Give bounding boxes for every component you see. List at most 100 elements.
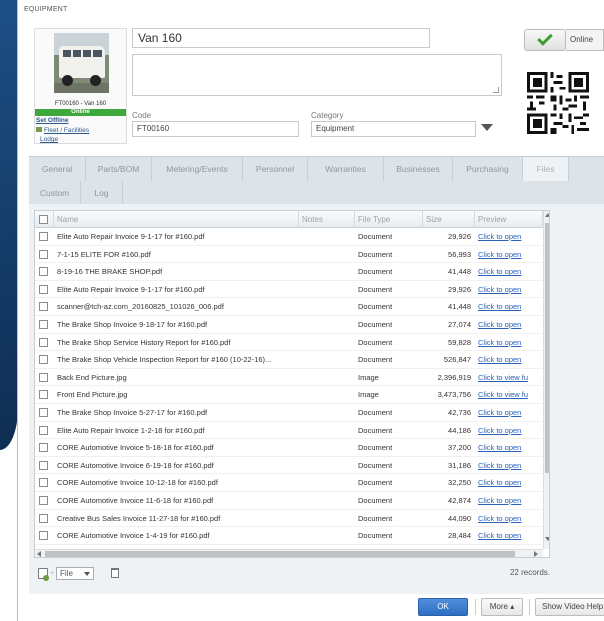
table-row[interactable]: CORE Automotive Invoice 5-18-18 for #160… (35, 439, 543, 457)
resize-grip[interactable] (493, 87, 499, 93)
table-row[interactable]: Creative Bus Sales Invoice 11-27-18 for … (35, 510, 543, 528)
fleet-facilities-link[interactable]: Fleet / Facilities (36, 127, 89, 134)
column-header-name[interactable]: Name (54, 211, 299, 228)
table-row[interactable]: Elite Auto Repair Invoice 1-2-18 for #16… (35, 422, 543, 440)
row-checkbox[interactable] (39, 496, 48, 505)
ok-button[interactable]: OK (418, 598, 468, 616)
tab-purchasing[interactable]: Purchasing (453, 157, 523, 181)
table-row[interactable]: CORE Automotive Invoice 11-6-18 for #160… (35, 492, 543, 510)
code-label: Code (132, 111, 152, 120)
vertical-scrollbar[interactable] (543, 211, 549, 549)
table-row[interactable]: 7-1-15 ELITE FOR #160.pdf Document 56,993 C… (35, 246, 543, 264)
scroll-up-arrow[interactable] (545, 213, 549, 217)
preview-link[interactable]: Click to open (478, 298, 542, 315)
online-toggle[interactable]: Online (524, 29, 604, 51)
preview-link[interactable]: Click to open (478, 439, 542, 456)
preview-link[interactable]: Click to open (478, 527, 542, 544)
column-header-size[interactable]: Size (423, 211, 475, 228)
row-checkbox[interactable] (39, 372, 48, 382)
description-textarea[interactable] (132, 54, 502, 96)
preview-link[interactable]: Click to open (478, 281, 542, 298)
preview-link[interactable]: Click to open (478, 474, 542, 491)
row-checkbox[interactable] (39, 390, 48, 400)
preview-link[interactable]: Click to open (478, 510, 542, 527)
row-checkbox[interactable] (39, 443, 48, 453)
file-name: 7-1-15 ELITE FOR #160.pdf (57, 249, 151, 259)
preview-link[interactable]: Click to open (478, 351, 542, 368)
preview-link[interactable]: Click to open (478, 422, 542, 439)
lodge-link[interactable]: Lodge (40, 136, 58, 143)
table-row[interactable]: The Brake Shop Invoice 9-18-17 for #160.… (35, 316, 543, 334)
row-checkbox[interactable] (39, 355, 48, 365)
set-offline-link[interactable]: Set Offline (36, 117, 69, 124)
tab-general[interactable]: General (29, 157, 86, 181)
row-checkbox[interactable] (39, 267, 48, 277)
tab-custom[interactable]: Custom (29, 181, 81, 205)
asset-name-input[interactable]: Van 160 (132, 28, 430, 48)
tab-businesses[interactable]: Businesses (384, 157, 453, 181)
scroll-down-arrow[interactable] (545, 537, 549, 541)
tab-warranties[interactable]: Warranties (308, 157, 384, 181)
add-file-icon[interactable] (38, 568, 49, 581)
row-checkbox[interactable] (39, 408, 48, 417)
row-checkbox[interactable] (39, 302, 48, 312)
preview-link[interactable]: Click to open (478, 334, 542, 351)
tab-files[interactable]: Files (523, 157, 569, 181)
tab-parts-bom[interactable]: Parts/BOM (86, 157, 152, 181)
table-row[interactable]: CORE Automotive Invoice 1-4-19 for #160.… (35, 527, 543, 545)
column-header-notes[interactable]: Notes (299, 211, 355, 228)
preview-link[interactable]: Click to open (478, 457, 542, 474)
file-size: 37,200 (448, 443, 471, 453)
preview-link[interactable]: Click to open (478, 492, 542, 509)
asset-photo[interactable] (54, 33, 109, 93)
table-row[interactable]: The Brake Shop Invoice 5-27-17 for #160.… (35, 404, 543, 422)
tab-log[interactable]: Log (81, 181, 123, 205)
table-row[interactable]: Elite Auto Repair Invoice 9-1-17 for #16… (35, 281, 543, 299)
table-row[interactable]: The Brake Shop Vehicle Inspection Report… (35, 351, 543, 369)
record-count: 22 records. (509, 568, 550, 577)
row-checkbox[interactable] (39, 513, 48, 523)
preview-link[interactable]: Click to open (478, 316, 542, 333)
column-header-preview[interactable]: Preview (475, 211, 543, 228)
preview-link[interactable]: Click to open (478, 263, 542, 280)
file-menu-select[interactable]: File (56, 567, 94, 580)
show-video-help-button[interactable]: Show Video Help (535, 598, 604, 616)
preview-link[interactable]: Click to view fu (478, 386, 542, 403)
row-checkbox[interactable] (39, 460, 48, 470)
preview-link[interactable]: Click to view fu (478, 369, 542, 386)
row-checkbox[interactable] (39, 284, 48, 294)
online-toggle-label: Online (566, 29, 604, 51)
table-row[interactable]: CORE Automotive Invoice 10-12-18 for #16… (35, 474, 543, 492)
category-input[interactable]: Equipment (311, 121, 476, 137)
scroll-left-arrow[interactable] (37, 551, 41, 557)
tab-bar: General Parts/BOM Metering/Events Person… (29, 156, 604, 205)
online-check-button[interactable] (524, 29, 566, 51)
preview-link[interactable]: Click to open (478, 246, 542, 263)
category-dropdown-arrow[interactable] (481, 124, 493, 131)
table-row[interactable]: 8-19-16 THE BRAKE SHOP.pdf Document 41,448… (35, 263, 543, 281)
row-checkbox[interactable] (39, 232, 48, 241)
preview-link[interactable]: Click to open (478, 404, 542, 421)
row-checkbox[interactable] (39, 337, 48, 347)
code-input[interactable]: FT00160 (132, 121, 299, 137)
column-header-file-type[interactable]: File Type (355, 211, 423, 228)
row-checkbox[interactable] (39, 425, 48, 435)
row-checkbox[interactable] (39, 478, 48, 488)
row-checkbox[interactable] (39, 531, 48, 541)
horizontal-scrollbar[interactable] (35, 549, 543, 557)
select-all-checkbox[interactable] (39, 215, 48, 224)
row-checkbox[interactable] (39, 249, 48, 259)
table-row[interactable]: Elite Auto Repair Invoice 9-1-17 for #16… (35, 228, 543, 246)
table-row[interactable]: Front End Picture.jpg Image 3,473,756 Click… (35, 386, 543, 404)
table-row[interactable]: Back End Picture.jpg Image 2,396,919 Click … (35, 369, 543, 387)
trash-icon[interactable] (111, 568, 119, 578)
table-row[interactable]: scanner@tch-az.com_20160825_101026_006.p… (35, 298, 543, 316)
table-row[interactable]: The Brake Shop Service History Report fo… (35, 334, 543, 352)
more-button[interactable]: More ▴ (481, 598, 523, 616)
row-checkbox[interactable] (39, 320, 48, 329)
tab-personnel[interactable]: Personnel (243, 157, 308, 181)
preview-link[interactable]: Click to open (478, 228, 542, 245)
table-row[interactable]: CORE Automotive Invoice 6-19-18 for #160… (35, 457, 543, 475)
tab-metering-events[interactable]: Metering/Events (152, 157, 243, 181)
scroll-right-arrow[interactable] (534, 551, 538, 557)
